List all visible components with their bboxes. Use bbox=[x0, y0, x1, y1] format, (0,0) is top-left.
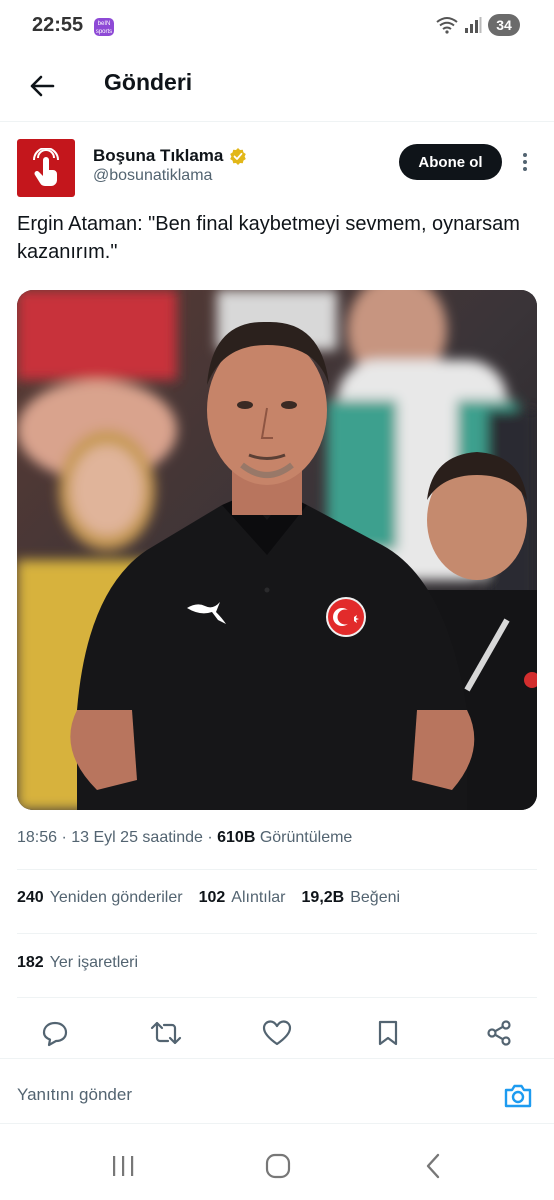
heart-icon bbox=[262, 1020, 292, 1046]
quotes-count: 102 bbox=[198, 889, 226, 906]
wifi-icon bbox=[436, 17, 458, 34]
back-nav-button[interactable] bbox=[413, 1150, 453, 1182]
repost-button[interactable] bbox=[148, 1015, 184, 1051]
quotes-label: Alıntılar bbox=[231, 889, 286, 906]
recent-apps-icon bbox=[113, 1156, 134, 1176]
photo-illustration bbox=[17, 290, 537, 810]
follow-button[interactable]: Abone ol bbox=[399, 144, 502, 180]
home-button[interactable] bbox=[258, 1150, 298, 1182]
divider bbox=[17, 933, 537, 934]
more-vertical-icon bbox=[523, 153, 527, 171]
author-name-row: Boşuna Tıklama bbox=[93, 146, 247, 166]
bookmarks-label: Yer işaretleri bbox=[49, 954, 139, 971]
bookmarks-count: 182 bbox=[17, 954, 44, 971]
action-bar bbox=[17, 1010, 537, 1056]
bookmark-icon bbox=[378, 1020, 398, 1046]
status-icons: 34 bbox=[436, 14, 520, 36]
more-options-button[interactable] bbox=[515, 149, 535, 175]
tweet-time: 18:56 · 13 Eyl 25 saatinde · bbox=[17, 829, 218, 846]
author-name[interactable]: Boşuna Tıklama bbox=[93, 146, 223, 166]
reply-input[interactable]: Yanıtını gönder bbox=[17, 1085, 132, 1105]
reply-icon bbox=[42, 1021, 68, 1047]
camera-button[interactable] bbox=[503, 1081, 533, 1111]
like-button[interactable] bbox=[259, 1015, 295, 1051]
bein-app-icon: beIN sports bbox=[94, 18, 114, 36]
likes-stat[interactable]: 19,2B Beğeni bbox=[302, 889, 401, 907]
author-handle[interactable]: @bosunatiklama bbox=[93, 167, 212, 185]
tap-hand-icon bbox=[33, 148, 59, 186]
arrow-left-icon bbox=[30, 75, 55, 97]
divider bbox=[17, 869, 537, 870]
tweet-meta: 18:56 · 13 Eyl 25 saatinde · 610B Görünt… bbox=[17, 829, 352, 847]
stats-row: 240 Yeniden gönderiler 102 Alıntılar 19,… bbox=[17, 889, 400, 907]
quotes-stat[interactable]: 102 Alıntılar bbox=[199, 889, 286, 907]
status-time: 22:55 bbox=[32, 14, 84, 36]
author-row: Boşuna Tıklama @bosunatiklama Abone ol bbox=[17, 139, 537, 199]
page-title: Gönderi bbox=[104, 69, 193, 95]
avatar[interactable] bbox=[17, 139, 75, 197]
tweet-image[interactable] bbox=[17, 290, 537, 810]
views-count: 610B bbox=[217, 829, 256, 846]
divider bbox=[17, 997, 537, 998]
share-button[interactable] bbox=[481, 1015, 517, 1051]
reposts-label: Yeniden gönderiler bbox=[49, 889, 183, 906]
reposts-stat[interactable]: 240 Yeniden gönderiler bbox=[17, 889, 183, 907]
home-icon bbox=[265, 1153, 291, 1179]
repost-icon bbox=[150, 1021, 182, 1045]
back-button[interactable] bbox=[20, 64, 64, 108]
verified-badge-icon bbox=[230, 148, 247, 165]
views-label: Görüntüleme bbox=[255, 829, 353, 846]
tweet-text: Ergin Ataman: "Ben final kaybetmeyi sevm… bbox=[17, 213, 520, 263]
signal-icon bbox=[465, 17, 482, 33]
reply-button[interactable] bbox=[37, 1015, 73, 1051]
likes-count: 19,2B bbox=[301, 889, 345, 906]
top-bar: Gönderi bbox=[0, 54, 554, 122]
battery-icon: 34 bbox=[488, 14, 520, 36]
bookmark-button[interactable] bbox=[370, 1015, 406, 1051]
share-icon bbox=[487, 1020, 511, 1046]
recent-apps-button[interactable] bbox=[103, 1150, 143, 1182]
reposts-count: 240 bbox=[17, 889, 44, 906]
camera-icon bbox=[504, 1084, 532, 1108]
chevron-left-icon bbox=[426, 1153, 440, 1179]
status-bar: 22:55 beIN sports 34 bbox=[0, 0, 554, 54]
reply-bar: Yanıtını gönder bbox=[0, 1058, 554, 1124]
likes-label: Beğeni bbox=[350, 889, 401, 906]
bookmarks-stat[interactable]: 182 Yer işaretleri bbox=[17, 954, 138, 972]
system-nav-bar bbox=[0, 1132, 554, 1200]
